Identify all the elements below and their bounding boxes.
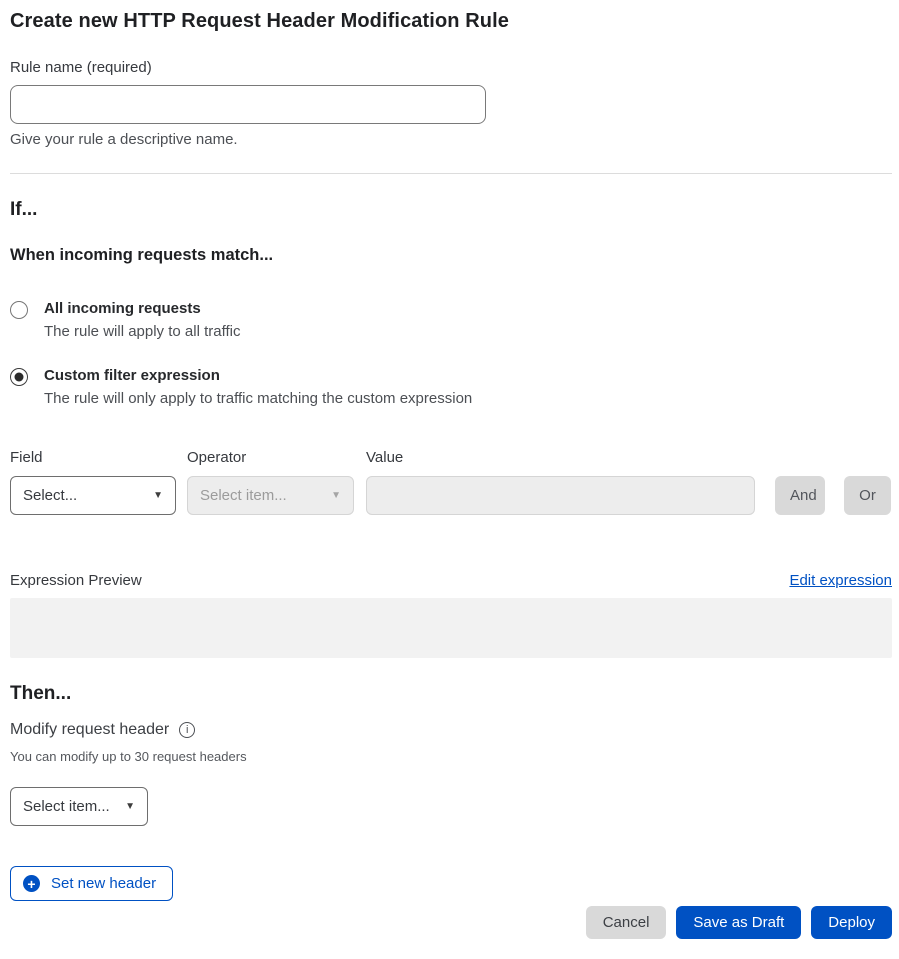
set-new-header-button[interactable]: + Set new header bbox=[10, 866, 173, 901]
radio-label: Custom filter expression bbox=[44, 367, 472, 384]
cancel-button[interactable]: Cancel bbox=[586, 906, 667, 939]
expression-builder-row: Field Select... ▼ Operator Select item..… bbox=[10, 449, 892, 515]
operator-label: Operator bbox=[187, 449, 354, 466]
rule-name-label: Rule name (required) bbox=[10, 59, 892, 76]
radio-label: All incoming requests bbox=[44, 300, 240, 317]
modify-header-helper: You can modify up to 30 request headers bbox=[10, 749, 892, 764]
header-item-select-value: Select item... bbox=[23, 798, 110, 815]
edit-expression-link[interactable]: Edit expression bbox=[789, 572, 892, 589]
then-heading: Then... bbox=[10, 683, 892, 705]
expression-preview-header: Expression Preview Edit expression bbox=[10, 572, 892, 589]
expression-preview-box bbox=[10, 598, 892, 658]
radio-option-all-incoming-requests[interactable]: All incoming requests The rule will appl… bbox=[10, 300, 892, 340]
value-label: Value bbox=[366, 449, 755, 466]
save-as-draft-button[interactable]: Save as Draft bbox=[676, 906, 801, 939]
radio-description: The rule will only apply to traffic matc… bbox=[44, 390, 472, 407]
set-new-header-label: Set new header bbox=[51, 875, 156, 892]
modify-header-row: Modify request header i bbox=[10, 721, 892, 739]
operator-select: Select item... ▼ bbox=[187, 476, 354, 515]
or-button[interactable]: Or bbox=[844, 476, 891, 515]
header-item-select[interactable]: Select item... ▼ bbox=[10, 787, 148, 826]
footer-actions: Cancel Save as Draft Deploy bbox=[10, 906, 892, 939]
modify-request-header-label: Modify request header bbox=[10, 721, 169, 739]
radio-button-icon[interactable] bbox=[10, 368, 28, 386]
create-rule-page: Create new HTTP Request Header Modificat… bbox=[0, 0, 899, 959]
plus-circle-icon: + bbox=[23, 875, 40, 892]
info-icon[interactable]: i bbox=[179, 722, 195, 738]
value-input bbox=[366, 476, 755, 515]
radio-button-icon[interactable] bbox=[10, 301, 28, 319]
rule-name-helper: Give your rule a descriptive name. bbox=[10, 131, 892, 148]
expression-preview-label: Expression Preview bbox=[10, 572, 142, 589]
radio-description: The rule will apply to all traffic bbox=[44, 323, 240, 340]
chevron-down-icon: ▼ bbox=[331, 490, 341, 501]
match-subheading: When incoming requests match... bbox=[10, 246, 892, 265]
if-heading: If... bbox=[10, 199, 892, 221]
rule-name-input[interactable] bbox=[10, 85, 486, 124]
field-select-value: Select... bbox=[23, 487, 77, 504]
operator-select-value: Select item... bbox=[200, 487, 287, 504]
radio-option-custom-filter-expression[interactable]: Custom filter expression The rule will o… bbox=[10, 367, 892, 407]
deploy-button[interactable]: Deploy bbox=[811, 906, 892, 939]
field-label: Field bbox=[10, 449, 176, 466]
chevron-down-icon: ▼ bbox=[125, 801, 135, 812]
section-divider bbox=[10, 173, 892, 174]
and-button[interactable]: And bbox=[775, 476, 825, 515]
field-select[interactable]: Select... ▼ bbox=[10, 476, 176, 515]
chevron-down-icon: ▼ bbox=[153, 490, 163, 501]
page-title: Create new HTTP Request Header Modificat… bbox=[10, 10, 892, 33]
